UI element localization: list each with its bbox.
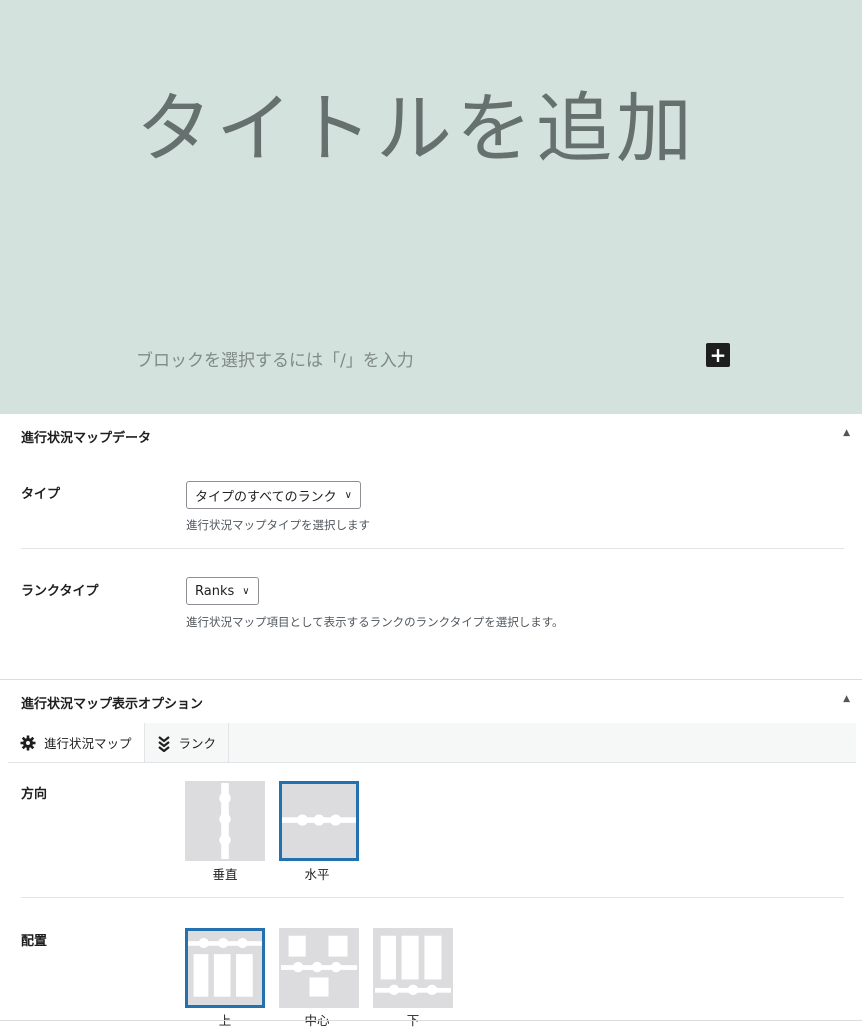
orientation-vertical-option[interactable] [185,781,265,861]
alignment-label: 配置 [21,934,48,949]
block-inserter-button[interactable]: + [706,343,730,367]
collapse-up-icon[interactable]: ▲ [843,694,850,704]
tab-label: 進行状況マップ [44,736,132,751]
type-label: タイプ [21,487,61,502]
alignment-bottom-option[interactable] [373,928,453,1008]
panel-title: 進行状況マップデータ [21,430,152,446]
rank-type-label: ランクタイプ [21,584,99,599]
type-select-value: タイプのすべてのランク [195,489,337,505]
option-label: 水平 [304,867,330,882]
type-select[interactable]: タイプのすべてのランク ∨ [186,481,361,509]
post-title-input[interactable]: タイトルを追加 [136,76,716,182]
divider [21,897,844,898]
panel-title: 進行状況マップ表示オプション [21,696,204,712]
type-help-text: 進行状況マップタイプを選択します [186,518,370,532]
map-data-panel-header[interactable]: 進行状況マップデータ ▲ [0,414,862,458]
alignment-center-option[interactable] [279,928,359,1008]
align-bottom-layout-icon [375,935,451,996]
tab-progress-map[interactable]: 進行状況マップ [8,723,145,762]
chevron-down-icon: ∨ [344,489,352,501]
plus-icon: + [709,343,727,367]
rank-chevrons-icon [157,735,170,752]
display-options-tabs: 進行状況マップ ランク [8,723,856,763]
rank-type-select[interactable]: Ranks ∨ [186,577,259,605]
align-center-layout-icon [281,935,357,997]
alignment-top-option[interactable] [185,928,265,1008]
chevron-down-icon: ∨ [242,585,250,597]
collapse-up-icon[interactable]: ▲ [843,428,850,438]
orientation-horizontal-option[interactable] [279,781,359,861]
align-top-layout-icon [188,937,262,997]
vertical-layout-icon [219,783,231,859]
rank-type-select-value: Ranks [195,583,235,599]
rank-type-help-text: 進行状況マップ項目として表示するランクのランクタイプを選択します。 [186,615,564,629]
bottom-divider [0,1020,862,1021]
gear-icon [20,735,36,750]
horizontal-layout-icon [282,814,356,826]
block-appender[interactable]: ブロックを選択するには「/」を入力 [136,346,414,371]
option-label: 垂直 [212,867,238,882]
editor-canvas: タイトルを追加 ブロックを選択するには「/」を入力 + [0,0,862,414]
orientation-label: 方向 [21,787,48,802]
display-options-panel-header[interactable]: 進行状況マップ表示オプション ▲ [0,680,862,724]
tab-rank[interactable]: ランク [145,723,230,762]
divider [21,548,844,549]
tab-label: ランク [178,736,217,751]
